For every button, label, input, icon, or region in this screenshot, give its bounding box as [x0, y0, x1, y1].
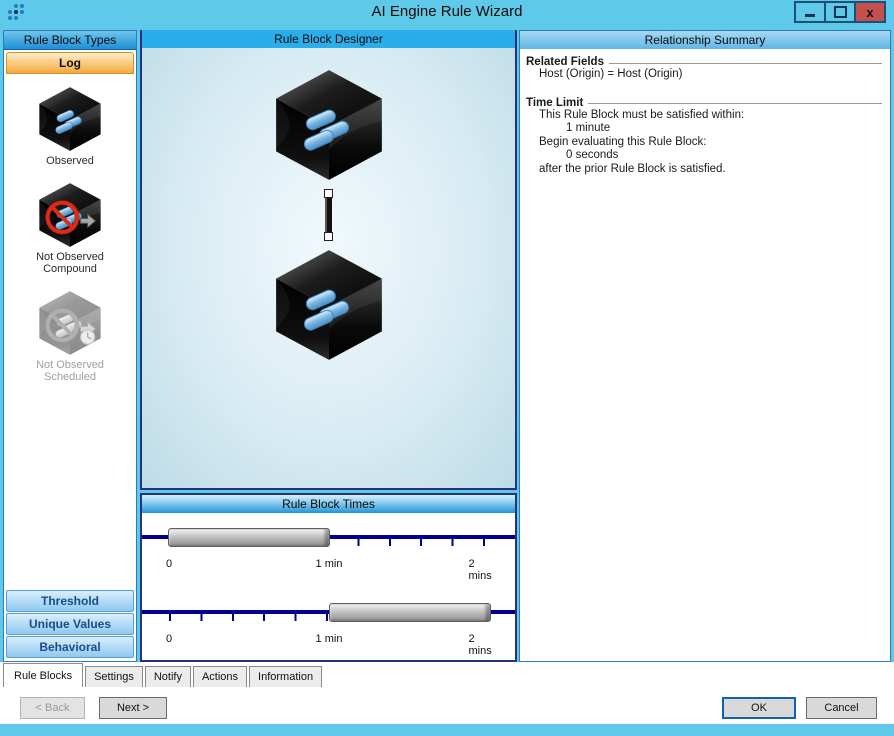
time-limit-line: Begin evaluating this Rule Block: — [526, 136, 882, 150]
tab-information[interactable]: Information — [249, 666, 322, 687]
threshold-category-button[interactable]: Threshold — [6, 590, 134, 612]
rule-block-type-list: Observed Not Observed Compound Not Obser… — [4, 76, 136, 589]
tab-settings[interactable]: Settings — [85, 666, 143, 687]
related-fields-title-text: Related Fields — [526, 56, 604, 68]
time-limit-line: This Rule Block must be satisfied within… — [526, 109, 882, 123]
time-slider-2: 0 1 min 2 mins — [142, 601, 515, 663]
behavioral-category-button[interactable]: Behavioral — [6, 636, 134, 658]
tick-label-0: 0 — [166, 633, 172, 645]
time-range-handle-2[interactable] — [329, 603, 491, 622]
connector-bar — [325, 198, 332, 232]
tab-notify[interactable]: Notify — [145, 666, 191, 687]
category-buttons: Threshold Unique Values Behavioral — [4, 589, 136, 659]
not-observed-compound-icon — [31, 182, 109, 248]
type-not-observed-scheduled: Not Observed Scheduled — [27, 290, 113, 384]
section-rule-line — [609, 63, 882, 64]
time-limit-line: after the prior Rule Block is satisfied. — [526, 163, 882, 177]
next-button[interactable]: Next > — [99, 697, 167, 719]
tab-actions[interactable]: Actions — [193, 666, 247, 687]
type-not-observed-compound-label: Not Observed Compound — [27, 251, 113, 276]
related-fields-section-title: Related Fields — [526, 56, 882, 68]
block-link-connector[interactable] — [324, 189, 333, 241]
back-button: < Back — [20, 697, 85, 719]
tick-label-2mins: 2 mins — [469, 633, 500, 657]
related-fields-value: Host (Origin) = Host (Origin) — [526, 68, 882, 82]
close-button[interactable]: x — [854, 1, 886, 23]
connector-handle-top[interactable] — [324, 189, 333, 198]
times-body: 0 1 min 2 mins 0 1 min 2 mins — [142, 513, 515, 660]
section-rule-line — [588, 103, 882, 104]
relationship-summary-header: Relationship Summary — [520, 31, 890, 49]
tick-label-1min: 1 min — [316, 558, 343, 570]
ok-button[interactable]: OK — [722, 697, 796, 719]
minimize-icon — [805, 14, 815, 17]
time-limit-value: 1 minute — [526, 122, 882, 136]
rule-block-designer-header: Rule Block Designer — [142, 30, 515, 48]
rule-block-times-header: Rule Block Times — [142, 495, 515, 514]
not-observed-scheduled-icon — [31, 290, 109, 356]
observed-cube-icon — [31, 86, 109, 152]
rule-block-cube-2[interactable] — [268, 248, 390, 362]
relationship-summary-panel: Relationship Summary Related Fields Host… — [519, 30, 891, 662]
rule-block-designer-panel: Rule Block Designer — [140, 30, 517, 490]
tick-label-1min: 1 min — [316, 633, 343, 645]
time-limit-title-text: Time Limit — [526, 97, 583, 109]
titlebar: AI Engine Rule Wizard x — [0, 0, 894, 26]
footer-area: Rule Blocks Settings Notify Actions Info… — [0, 662, 894, 724]
time-range-handle-1[interactable] — [168, 528, 330, 547]
type-observed-label: Observed — [27, 155, 113, 168]
maximize-icon — [834, 6, 847, 18]
wizard-tabbar: Rule Blocks Settings Notify Actions Info… — [3, 663, 324, 687]
time-limit-section-title: Time Limit — [526, 97, 882, 109]
close-icon: x — [866, 6, 873, 19]
ai-engine-rule-wizard-window: AI Engine Rule Wizard x Rule Block Types… — [0, 0, 894, 736]
type-not-observed-compound[interactable]: Not Observed Compound — [27, 182, 113, 276]
unique-values-category-button[interactable]: Unique Values — [6, 613, 134, 635]
time-slider-1: 0 1 min 2 mins — [142, 526, 515, 588]
type-not-observed-scheduled-label: Not Observed Scheduled — [27, 359, 113, 384]
time-limit-value: 0 seconds — [526, 149, 882, 163]
log-category-button[interactable]: Log — [6, 52, 134, 74]
rule-block-types-panel: Rule Block Types Log Observed Not Observ… — [3, 30, 137, 662]
rule-block-types-header: Rule Block Types — [4, 31, 136, 50]
tick-label-2mins: 2 mins — [469, 558, 500, 582]
tick-label-0: 0 — [166, 558, 172, 570]
tab-rule-blocks[interactable]: Rule Blocks — [3, 663, 83, 687]
window-title: AI Engine Rule Wizard — [0, 3, 894, 20]
designer-canvas[interactable] — [142, 48, 515, 488]
rule-block-times-panel: Rule Block Times 0 1 min 2 mins 0 1 min … — [140, 493, 517, 662]
type-observed[interactable]: Observed — [27, 86, 113, 168]
rule-block-cube-1[interactable] — [268, 68, 390, 182]
minimize-button[interactable] — [794, 1, 826, 23]
connector-handle-bottom[interactable] — [324, 232, 333, 241]
cancel-button[interactable]: Cancel — [806, 697, 877, 719]
maximize-button[interactable] — [824, 1, 856, 23]
